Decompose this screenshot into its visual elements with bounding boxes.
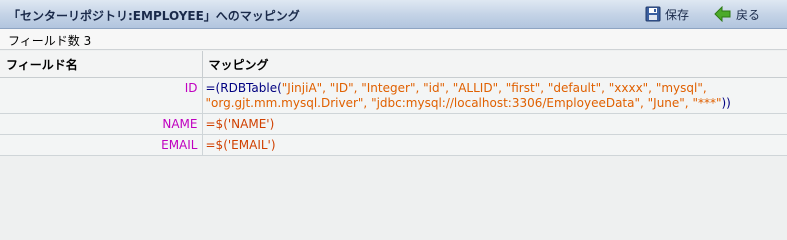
field-count-bar: フィールド数 3 <box>0 29 787 50</box>
mapping-table-wrapper: フィールド名 マッピング ID =(RDBTable("JinjiA", "ID… <box>0 51 787 156</box>
field-name-cell[interactable]: EMAIL <box>0 134 203 156</box>
mapping-operator: )) <box>721 96 731 110</box>
back-label: 戻る <box>736 7 761 22</box>
mapping-args: 'NAME' <box>227 117 270 131</box>
save-button[interactable]: 保存 <box>645 5 689 23</box>
mapping-cell[interactable]: =(RDBTable("JinjiA", "ID", "Integer", "i… <box>202 77 787 114</box>
column-header-field-name: フィールド名 <box>0 51 203 78</box>
title-bar: 「センターリポジトリ:EMPLOYEE」へのマッピング 保存 戻る <box>0 0 787 29</box>
field-count: フィールド数 3 <box>8 34 92 48</box>
table-row[interactable]: NAME =$('NAME') <box>0 113 787 135</box>
table-header-row: フィールド名 マッピング <box>0 51 787 78</box>
mapping-cell[interactable]: =$('NAME') <box>202 113 787 135</box>
mapping-operator: =$( <box>205 117 228 131</box>
floppy-disk-icon <box>645 6 665 22</box>
mapping-args: 'EMAIL' <box>227 138 271 152</box>
page-title: 「センターリポジトリ:EMPLOYEE」へのマッピング <box>8 9 300 23</box>
table-row[interactable]: EMAIL =$('EMAIL') <box>0 134 787 156</box>
green-left-arrow-icon <box>714 6 736 22</box>
table-row[interactable]: ID =(RDBTable("JinjiA", "ID", "Integer",… <box>0 77 787 114</box>
mapping-operator: ) <box>269 117 275 131</box>
field-name-cell[interactable]: ID <box>0 77 203 114</box>
mapping-table: フィールド名 マッピング ID =(RDBTable("JinjiA", "ID… <box>0 51 787 156</box>
back-button[interactable]: 戻る <box>714 5 760 23</box>
mapping-operator: ) <box>270 138 276 152</box>
mapping-args: "JinjiA", "ID", "Integer", "id", "ALLID"… <box>281 81 707 95</box>
mapping-cell[interactable]: =$('EMAIL') <box>202 134 787 156</box>
field-name-cell[interactable]: NAME <box>0 113 203 135</box>
save-label: 保存 <box>665 7 690 22</box>
mapping-args: "org.gjt.mm.mysql.Driver", "jdbc:mysql:/… <box>205 96 722 110</box>
mapping-operator: =( <box>205 81 221 95</box>
column-header-mapping: マッピング <box>202 51 787 78</box>
mapping-operator: =$( <box>205 138 228 152</box>
mapping-function: RDBTable( <box>220 81 282 95</box>
